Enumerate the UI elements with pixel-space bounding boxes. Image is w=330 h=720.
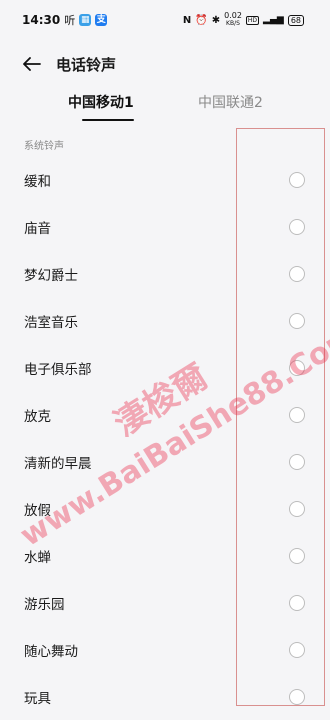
ringtone-name: 电子俱乐部: [24, 361, 92, 378]
page-header: 电话铃声: [0, 44, 330, 84]
network-speed-value: 0.02: [224, 11, 242, 20]
ringtone-row[interactable]: 放假: [0, 485, 330, 532]
app-notification-icon: ▦: [79, 14, 92, 26]
ringtone-name: 水蝉: [24, 549, 51, 566]
status-time: 14:30: [22, 13, 61, 27]
ringtone-row[interactable]: 游乐园: [0, 579, 330, 626]
ringtone-name: 放假: [24, 502, 51, 519]
ringtone-name: 浩室音乐: [24, 314, 78, 331]
ringtone-radio[interactable]: [289, 641, 305, 658]
ringtone-radio[interactable]: [289, 500, 305, 517]
ringtone-radio[interactable]: [289, 265, 305, 282]
status-bar-right: N ⏰ ✱ 0.02 KB/S HD ▂▄▆ 68: [183, 12, 304, 28]
network-speed-unit: KB/S: [226, 20, 240, 27]
ringtone-name: 梦幻爵士: [24, 267, 78, 284]
alarm-icon: ⏰: [195, 14, 208, 26]
active-tab-indicator: [82, 119, 134, 121]
tab-sim2[interactable]: 中国联通2: [198, 92, 263, 112]
ringtone-radio[interactable]: [289, 406, 305, 423]
sim-tabs: 中国移动1 中国联通2: [0, 92, 330, 128]
ringtone-row[interactable]: 浩室音乐: [0, 297, 330, 344]
ringtone-radio[interactable]: [289, 594, 305, 611]
alipay-notification-icon: 支: [95, 14, 108, 26]
ringtone-row[interactable]: 庙音: [0, 203, 330, 250]
status-bar: 14:30 听 ▦ 支 N ⏰ ✱ 0.02 KB/S HD ▂▄▆ 68: [0, 0, 330, 40]
back-button[interactable]: [20, 52, 44, 76]
ringtone-name: 缓和: [24, 173, 51, 190]
ringtone-name: 玩具: [24, 690, 51, 707]
ringtone-radio[interactable]: [289, 688, 305, 705]
back-arrow-icon: [23, 57, 41, 71]
ringtone-row[interactable]: 清新的早晨: [0, 438, 330, 485]
ringtone-name: 放克: [24, 408, 51, 425]
network-speed: 0.02 KB/S: [224, 12, 242, 28]
ringtone-row[interactable]: 随心舞动: [0, 626, 330, 673]
ringtone-radio[interactable]: [289, 312, 305, 329]
ringtone-radio[interactable]: [289, 453, 305, 470]
battery-indicator: 68: [287, 14, 304, 26]
ringtone-name: 庙音: [24, 220, 51, 237]
ringtone-radio[interactable]: [289, 218, 305, 235]
signal-icon: ▂▄▆: [263, 15, 284, 25]
ringtone-row[interactable]: 水蝉: [0, 532, 330, 579]
ringtone-name: 游乐园: [24, 596, 65, 613]
ringtone-name: 清新的早晨: [24, 455, 92, 472]
ringtone-name: 随心舞动: [24, 643, 78, 660]
ringtone-row[interactable]: 玩具: [0, 673, 330, 720]
hd-icon: HD: [245, 15, 260, 25]
ringtone-radio[interactable]: [289, 359, 305, 376]
tab-sim1[interactable]: 中国移动1: [68, 92, 134, 112]
ringtone-row[interactable]: 放克: [0, 391, 330, 438]
bluetooth-icon: ✱: [211, 14, 221, 26]
nfc-icon: N: [182, 14, 192, 26]
app-notification-ting: 听: [64, 14, 76, 27]
ringtone-row[interactable]: 梦幻爵士: [0, 250, 330, 297]
ringtone-row[interactable]: 缓和: [0, 156, 330, 203]
ringtone-radio[interactable]: [289, 547, 305, 564]
page-title: 电话铃声: [56, 55, 117, 74]
ringtone-row[interactable]: 电子俱乐部: [0, 344, 330, 391]
section-title: 系统铃声: [24, 141, 64, 152]
status-bar-left: 14:30 听 ▦ 支: [22, 12, 108, 28]
ringtone-radio[interactable]: [289, 171, 305, 188]
